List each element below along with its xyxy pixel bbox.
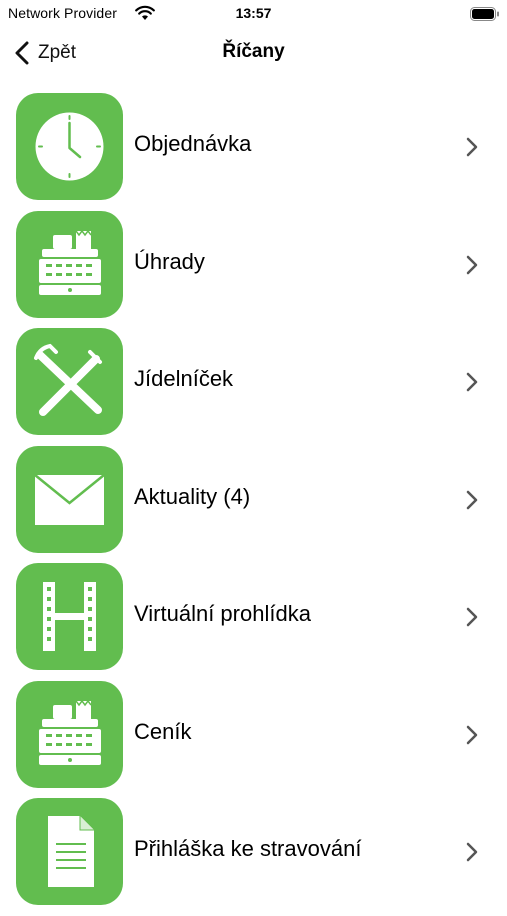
chevron-right-icon <box>466 607 478 627</box>
cash-register-icon <box>16 680 123 788</box>
menu-item-label: Ceník <box>134 718 192 744</box>
page-title: Říčany <box>222 41 285 62</box>
menu-item-objednavka[interactable]: Objednávka <box>0 93 507 211</box>
menu-item-label: Aktuality (4) <box>134 483 251 509</box>
menu-item-virtualni-prohlidka[interactable]: Virtuální prohlídka <box>0 563 507 681</box>
chevron-right-icon <box>466 842 478 862</box>
film-strip-icon <box>16 563 123 670</box>
chevron-right-icon <box>466 372 478 392</box>
menu-item-prihlaska-ke-stravovani[interactable]: Přihláška ke stravování <box>0 798 507 916</box>
chevron-right-icon <box>466 725 478 744</box>
chevron-right-icon <box>466 255 478 274</box>
battery-icon <box>470 7 499 21</box>
navigation-bar: Zpět Říčany <box>0 30 507 76</box>
status-bar: Network Provider 13:57 <box>0 0 507 30</box>
menu-item-label: Virtuální prohlídka <box>134 601 311 626</box>
menu-item-label: Objednávka <box>134 131 252 156</box>
chevron-right-icon <box>466 137 478 157</box>
cash-register-icon <box>16 210 123 318</box>
document-icon <box>16 798 123 905</box>
chevron-right-icon <box>466 490 478 509</box>
menu-item-label: Jídelníček <box>134 366 234 391</box>
clock-icon <box>16 93 123 200</box>
menu-item-uhrady[interactable]: Úhrady <box>0 210 507 329</box>
menu-item-label: Přihláška ke stravování <box>134 836 362 861</box>
menu-item-cenik[interactable]: Ceník <box>0 680 507 799</box>
envelope-icon <box>16 445 123 553</box>
menu-list: Objednávka Úhrady Jídelníček Aktuality (… <box>0 93 507 916</box>
menu-item-jidelnicek[interactable]: Jídelníček <box>0 328 507 446</box>
status-time: 13:57 <box>235 5 272 21</box>
menu-item-aktuality[interactable]: Aktuality (4) <box>0 445 507 564</box>
fork-knife-icon <box>16 328 123 435</box>
menu-item-label: Úhrady <box>134 248 205 274</box>
